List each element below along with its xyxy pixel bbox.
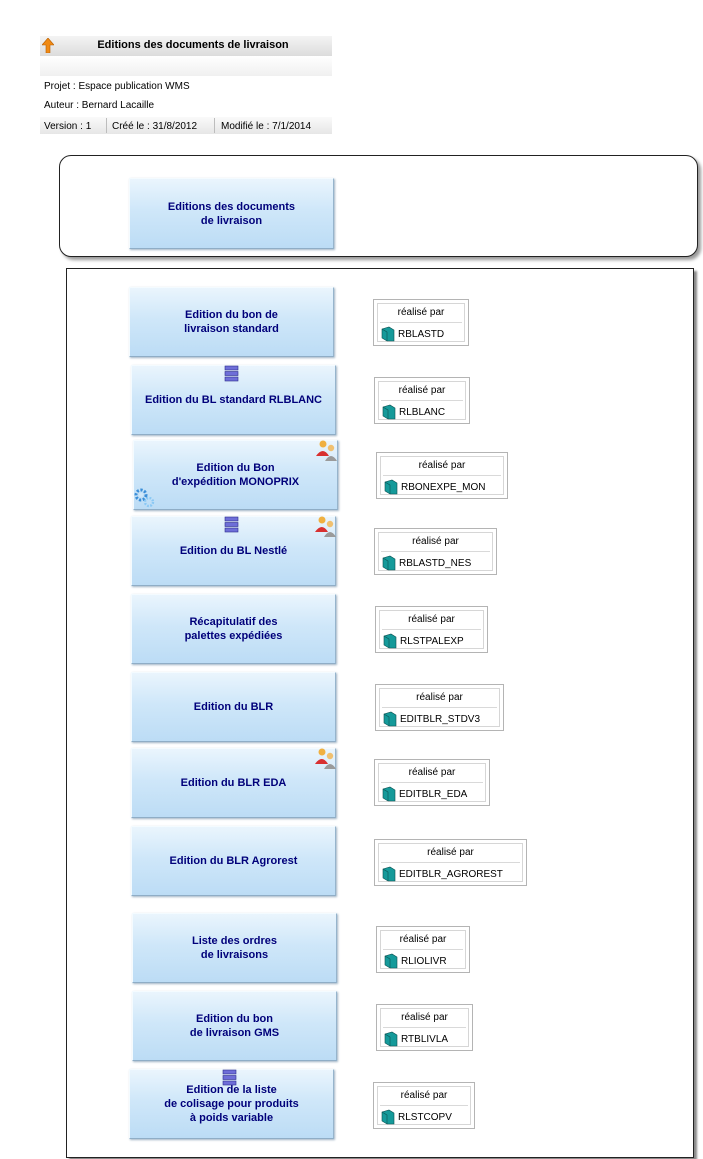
top-process-box[interactable]: Editions des documents de livraison (129, 178, 334, 249)
realise-par-box: réalisé par RBLASTD (373, 299, 469, 346)
people-icon (315, 748, 336, 769)
realise-par-box: réalisé par RBONEXPE_MON (376, 452, 508, 499)
realise-par-label: réalisé par (416, 692, 463, 703)
book-icon (382, 866, 396, 882)
process-box[interactable]: Edition du Bon d'expédition MONOPRIX (133, 440, 338, 510)
people-icon (316, 440, 337, 461)
divider (214, 118, 215, 133)
realise-par-box: réalisé par RLBLANC (374, 377, 470, 424)
program-code[interactable]: EDITBLR_EDA (399, 789, 467, 800)
program-code[interactable]: RTBLIVLA (401, 1034, 448, 1045)
process-label: Edition de la liste de colisage pour pro… (164, 1084, 299, 1124)
program-code[interactable]: RLBLANC (399, 407, 445, 418)
realise-par-box: réalisé par EDITBLR_EDA (374, 759, 490, 806)
process-label: Edition du bon de livraison GMS (189, 1013, 280, 1039)
realise-par-label: réalisé par (397, 307, 445, 318)
process-box[interactable]: Liste des ordres de livraisons (132, 913, 337, 983)
created-date: Créé le : 31/8/2012 (112, 121, 198, 132)
book-icon (382, 786, 396, 802)
program-code[interactable]: RBONEXPE_MON (401, 482, 485, 493)
process-label: Edition du BL standard RLBLANC (144, 394, 322, 406)
realise-par-label: réalisé par (412, 536, 459, 547)
database-icon (224, 516, 239, 533)
book-icon (384, 953, 398, 969)
book-icon (382, 404, 396, 420)
realise-par-box: réalisé par EDITBLR_AGROREST (374, 839, 527, 886)
gear-icon (134, 488, 155, 508)
modified-date: Modifié le : 7/1/2014 (221, 121, 312, 132)
process-label: Edition du BLR Agrorest (169, 855, 298, 867)
realise-par-label: réalisé par (399, 934, 447, 945)
program-code[interactable]: RBLASTD (398, 329, 444, 340)
realise-par-box: réalisé par RTBLIVLA (376, 1004, 473, 1051)
process-label: Edition du BL Nestlé (179, 545, 288, 557)
realise-par-label: réalisé par (427, 847, 474, 858)
book-icon (381, 326, 395, 342)
header-band (40, 56, 332, 76)
people-icon (315, 516, 336, 537)
book-icon (384, 1031, 398, 1047)
program-code[interactable]: RLSTPALEXP (400, 636, 464, 647)
realise-par-label: réalisé par (408, 767, 456, 778)
version-label: Version : 1 (44, 121, 92, 132)
process-box[interactable]: Edition du bon de livraison GMS (132, 991, 337, 1061)
program-code[interactable]: EDITBLR_AGROREST (399, 869, 503, 880)
process-box[interactable]: Edition du BLR EDA (131, 748, 336, 818)
author-name: Auteur : Bernard Lacaille (44, 100, 155, 111)
process-box[interactable]: Edition du BLR Agrorest (131, 826, 336, 896)
realise-par-label: réalisé par (400, 1090, 448, 1101)
process-label: Edition du Bon d'expédition MONOPRIX (171, 462, 300, 488)
realise-par-box: réalisé par EDITBLR_STDV3 (375, 684, 504, 731)
process-label: Edition du BLR EDA (180, 777, 287, 789)
realise-par-label: réalisé par (418, 460, 466, 471)
process-label: Edition du BLR (193, 701, 274, 713)
process-box[interactable]: Edition du bon de livraison standard (129, 287, 334, 357)
project-name: Projet : Espace publication WMS (44, 81, 190, 92)
divider (106, 118, 107, 133)
realise-par-box: réalisé par RBLASTD_NES (374, 528, 497, 575)
program-code[interactable]: EDITBLR_STDV3 (400, 714, 480, 725)
program-code[interactable]: RLIOLIVR (401, 956, 447, 967)
database-icon (222, 1069, 237, 1086)
realise-par-box: réalisé par RLSTCOPV (373, 1082, 475, 1129)
database-icon (224, 365, 239, 382)
process-label: Récapitulatif des palettes expédiées (184, 616, 283, 642)
realise-par-label: réalisé par (408, 614, 455, 625)
book-icon (382, 555, 396, 571)
process-box[interactable]: Edition du BLR (131, 672, 336, 742)
program-code[interactable]: RBLASTD_NES (399, 558, 471, 569)
document-header: Editions des documents de livraison (40, 36, 332, 56)
realise-par-box: réalisé par RLSTPALEXP (375, 606, 488, 653)
book-icon (381, 1109, 395, 1125)
program-code[interactable]: RLSTCOPV (398, 1112, 452, 1123)
top-process-label: Editions des documents de livraison (167, 200, 296, 227)
book-icon (383, 633, 397, 649)
process-label: Edition du bon de livraison standard (184, 309, 279, 335)
realise-par-label: réalisé par (401, 1012, 448, 1023)
realise-par-box: réalisé par RLIOLIVR (376, 926, 470, 973)
document-title: Editions des documents de livraison (97, 39, 289, 51)
realise-par-label: réalisé par (398, 385, 446, 396)
book-icon (383, 711, 397, 727)
process-box[interactable]: Récapitulatif des palettes expédiées (131, 594, 336, 664)
book-icon (384, 479, 398, 495)
process-label: Liste des ordres de livraisons (192, 935, 277, 961)
